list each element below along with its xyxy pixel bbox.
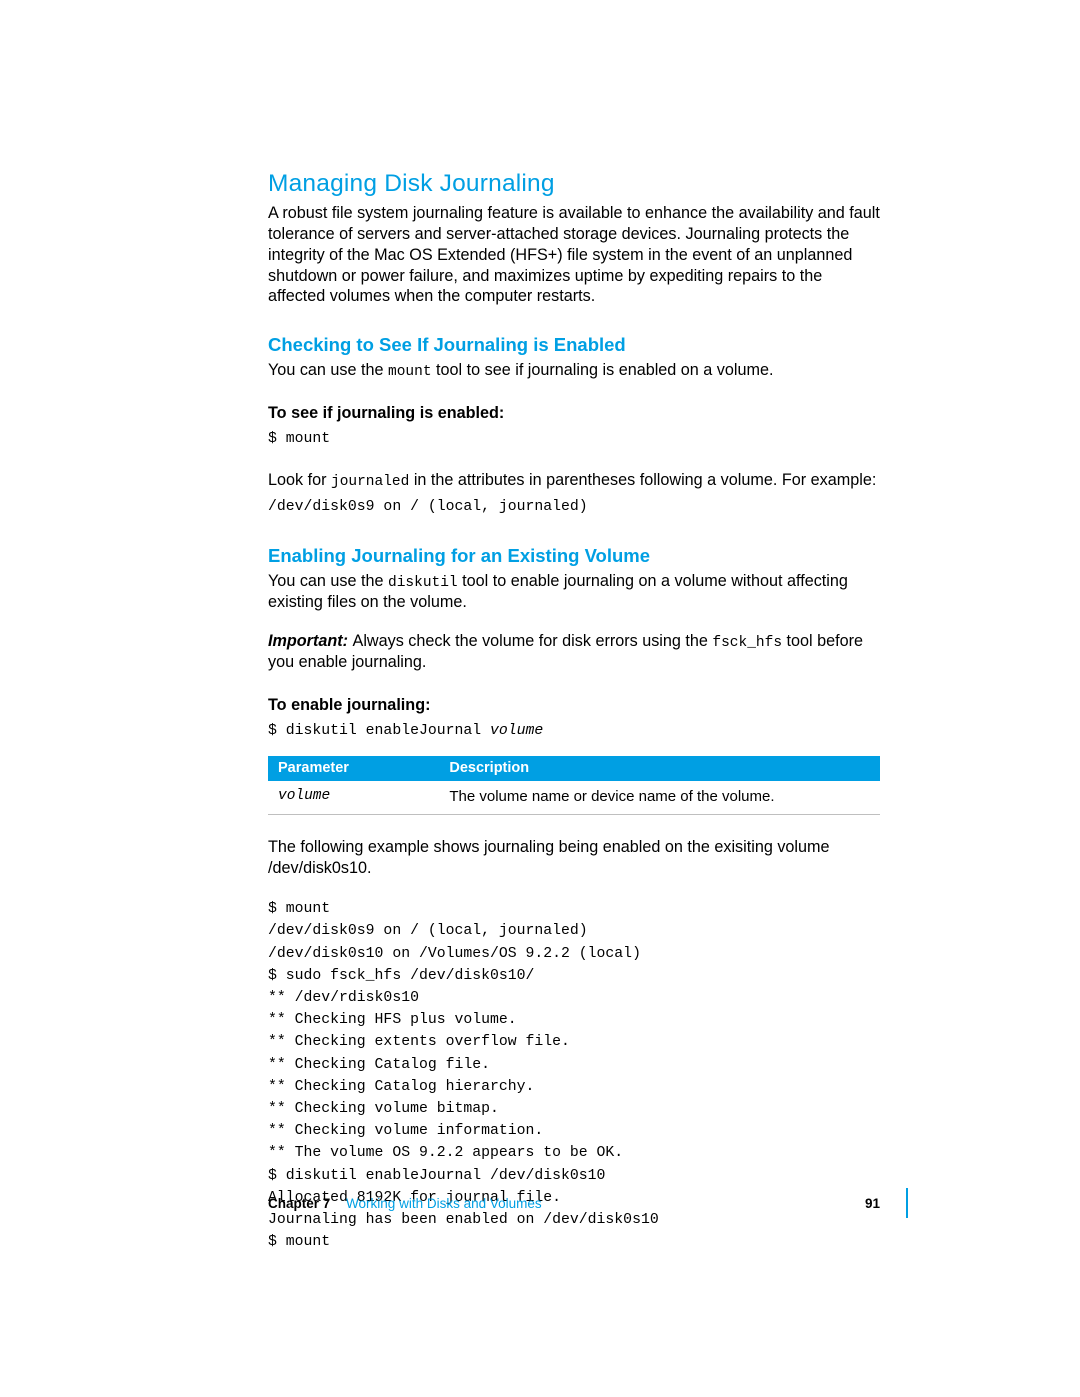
text: You can use the xyxy=(268,572,388,590)
table-header-parameter: Parameter xyxy=(268,756,439,781)
text: You can use the xyxy=(268,361,388,379)
heading-enabling-journaling: Enabling Journaling for an Existing Volu… xyxy=(268,544,880,568)
text: in the attributes in parentheses followi… xyxy=(409,471,876,489)
text: $ diskutil enableJournal xyxy=(268,723,490,739)
heading-checking-journaling: Checking to See If Journaling is Enabled xyxy=(268,333,880,357)
inline-code-mount: mount xyxy=(388,364,432,380)
footer-chapter-number: Chapter 7 xyxy=(268,1196,330,1211)
body-text: Look for journaled in the attributes in … xyxy=(268,470,880,492)
text: Look for xyxy=(268,471,331,489)
step-heading-see-journaling: To see if journaling is enabled: xyxy=(268,403,880,424)
body-text: The following example shows journaling b… xyxy=(268,837,880,878)
inline-code-fsck-hfs: fsck_hfs xyxy=(712,635,782,651)
page-footer: Chapter 7 Working with Disks and Volumes… xyxy=(268,1195,880,1212)
document-page: Managing Disk Journaling A robust file s… xyxy=(0,0,1080,1397)
spacer xyxy=(268,882,880,896)
footer-page-number: 91 xyxy=(865,1195,880,1212)
spacer xyxy=(268,823,880,837)
code-arg-volume: volume xyxy=(490,723,543,739)
important-label: Important: xyxy=(268,632,353,650)
table-cell-parameter: volume xyxy=(268,781,439,815)
code-mount: $ mount xyxy=(268,428,880,450)
intro-paragraph: A robust file system journaling feature … xyxy=(268,203,880,307)
spacer xyxy=(268,617,880,631)
table-header-description: Description xyxy=(439,756,880,781)
footer-accent-bar xyxy=(906,1188,908,1218)
table-cell-description: The volume name or device name of the vo… xyxy=(439,781,880,815)
step-heading-enable-journaling: To enable journaling: xyxy=(268,695,880,716)
inline-code-journaled: journaled xyxy=(331,474,409,490)
text: Always check the volume for disk errors … xyxy=(353,632,713,650)
code-enable-journal: $ diskutil enableJournal volume xyxy=(268,720,880,742)
table-row: volume The volume name or device name of… xyxy=(268,781,880,815)
footer-chapter-name: Working with Disks and Volumes xyxy=(346,1196,542,1211)
code-example-mount-output: /dev/disk0s9 on / (local, journaled) xyxy=(268,496,880,518)
text: tool to see if journaling is enabled on … xyxy=(432,361,774,379)
heading-managing-disk-journaling: Managing Disk Journaling xyxy=(268,168,880,199)
spacer xyxy=(268,456,880,470)
inline-code-diskutil: diskutil xyxy=(388,575,458,591)
body-text: You can use the mount tool to see if jou… xyxy=(268,360,880,382)
important-note: Important: Always check the volume for d… xyxy=(268,631,880,673)
body-text: You can use the diskutil tool to enable … xyxy=(268,571,880,613)
parameter-table: Parameter Description volume The volume … xyxy=(268,756,880,815)
